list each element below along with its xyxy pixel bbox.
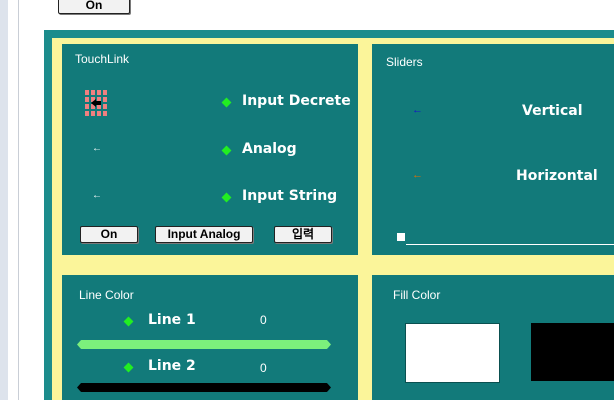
sliders-title: Sliders bbox=[386, 55, 423, 69]
diamond-indicator-icon bbox=[123, 362, 134, 373]
vertical-label: Vertical bbox=[522, 103, 583, 119]
line-2-sample bbox=[77, 383, 331, 392]
fill-swatch-black bbox=[531, 323, 614, 381]
vertical-arrow-icon: ← bbox=[412, 104, 423, 116]
line-1-label: Line 1 bbox=[148, 312, 196, 328]
horizontal-arrow-icon: ← bbox=[412, 169, 423, 181]
touchlink-panel: TouchLink ← ← Input Decrete Analog Input… bbox=[62, 44, 358, 255]
touchlink-row-label: Input String bbox=[242, 188, 338, 204]
touchlink-title: TouchLink bbox=[75, 52, 130, 66]
diamond-indicator-icon bbox=[123, 316, 134, 327]
diamond-indicator-icon bbox=[221, 97, 232, 108]
horizontal-slider-thumb[interactable] bbox=[397, 233, 405, 241]
touch-icon[interactable] bbox=[85, 90, 107, 116]
line-2-value: 0 bbox=[260, 361, 267, 375]
line-2-label: Line 2 bbox=[148, 358, 196, 374]
sliders-panel: Sliders ← Vertical ← Horizontal bbox=[372, 44, 614, 255]
input-string-button[interactable]: 입력 bbox=[274, 226, 332, 243]
diamond-indicator-icon bbox=[221, 192, 232, 203]
fill-swatch-white bbox=[405, 323, 500, 383]
touchlink-row-label: Analog bbox=[242, 141, 297, 157]
touchlink-row-label: Input Decrete bbox=[242, 93, 351, 109]
diamond-indicator-icon bbox=[221, 145, 232, 156]
line-color-title: Line Color bbox=[79, 288, 134, 302]
on-button[interactable]: On bbox=[80, 226, 138, 243]
input-analog-button[interactable]: Input Analog bbox=[155, 226, 253, 243]
window-edge-strip-inner bbox=[8, 0, 19, 400]
line-1-sample bbox=[77, 340, 331, 349]
top-on-button[interactable]: On bbox=[58, 0, 130, 14]
left-arrow-icon: ← bbox=[92, 190, 102, 201]
horizontal-label: Horizontal bbox=[516, 168, 598, 184]
horizontal-slider-track[interactable] bbox=[406, 244, 614, 245]
fill-color-title: Fill Color bbox=[393, 288, 441, 302]
line-1-value: 0 bbox=[260, 313, 267, 327]
fill-color-panel: Fill Color bbox=[372, 275, 614, 400]
left-arrow-icon: ← bbox=[92, 143, 102, 154]
line-color-panel: Line Color Line 1 0 Line 2 0 bbox=[62, 275, 358, 400]
